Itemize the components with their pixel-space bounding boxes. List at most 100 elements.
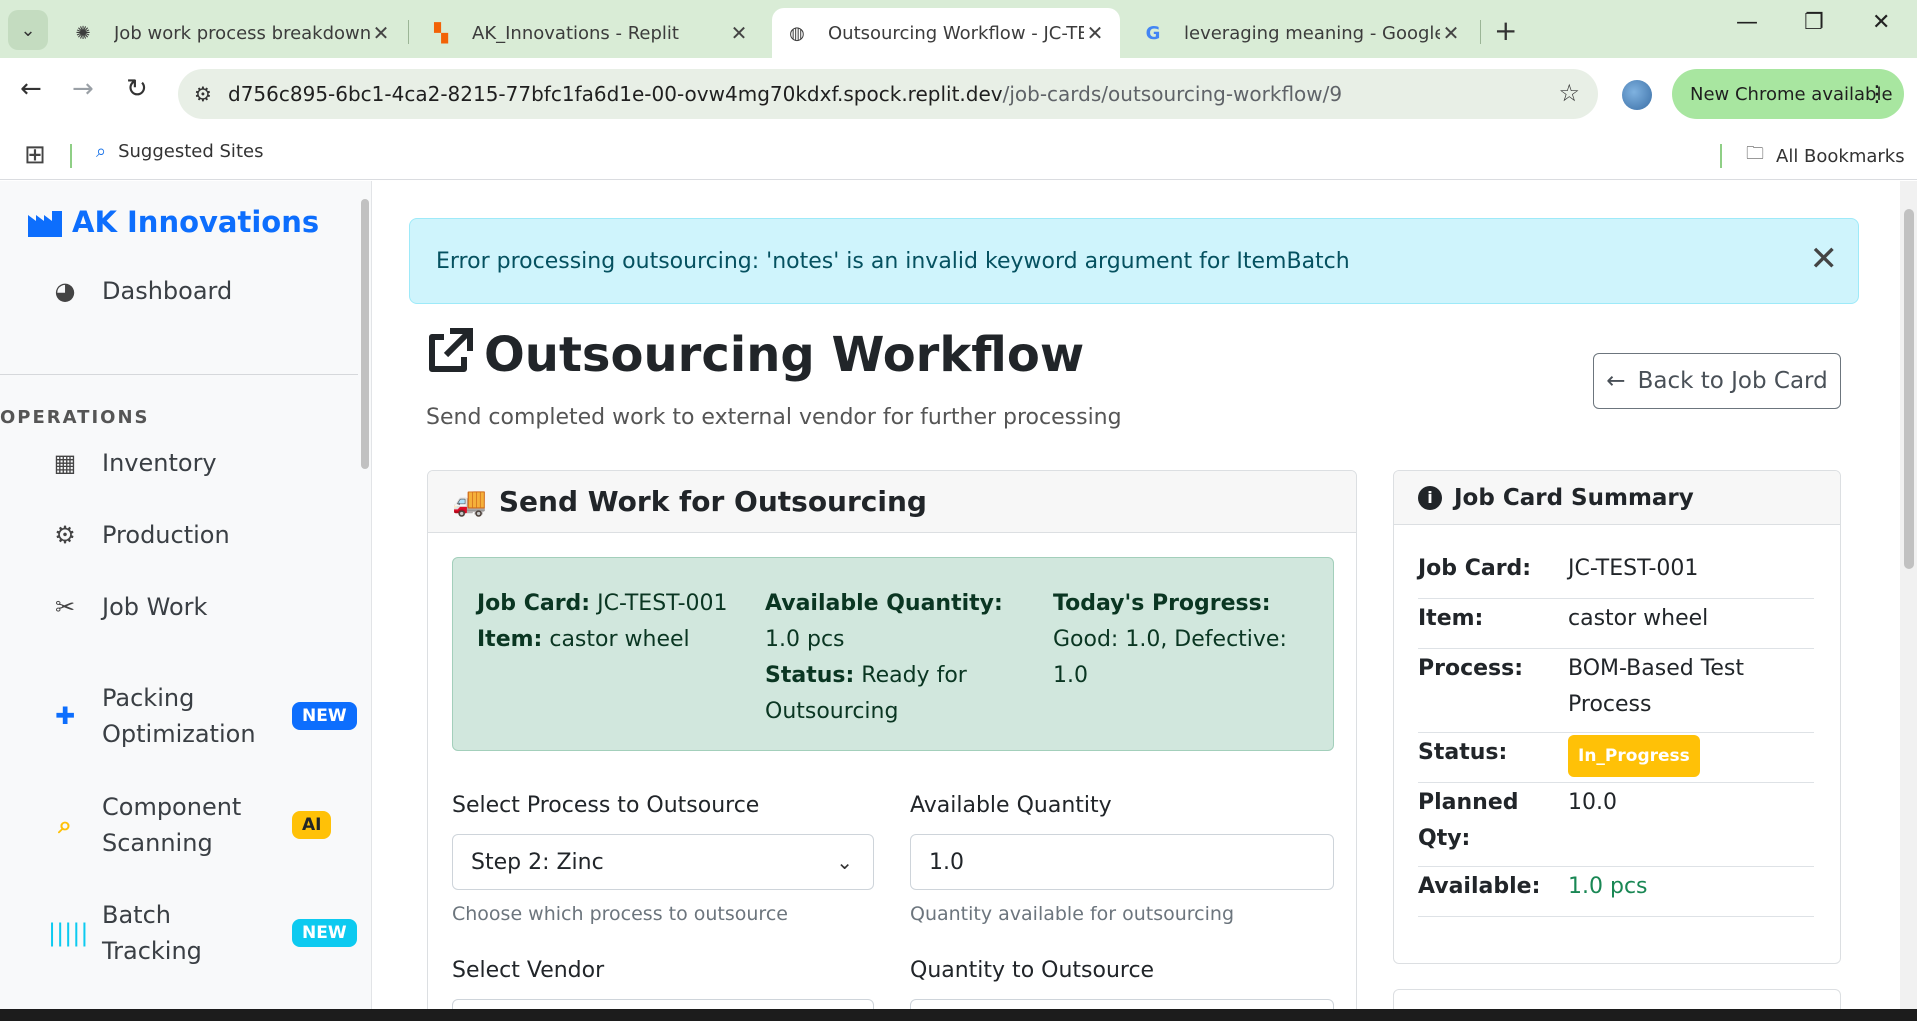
close-icon[interactable]: ✕	[728, 21, 750, 45]
more-menu-icon[interactable]: ⋮	[1866, 82, 1888, 107]
summary-available: Available Quantity: 1.0 pcs	[765, 591, 1003, 652]
card-header: 🚚 Send Work for Outsourcing	[428, 471, 1356, 533]
close-icon[interactable]: ✕	[1084, 21, 1106, 45]
summary-row-process: Process: BOM-Based Test Process	[1418, 651, 1814, 733]
process-label: Select Process to Outsource	[452, 793, 760, 818]
google-icon: G	[1145, 22, 1161, 44]
close-icon[interactable]: ✕	[1440, 21, 1462, 45]
taskbar-strip	[0, 1009, 1917, 1021]
barcode-icon: |||||	[48, 919, 89, 947]
browser-tab-3-active[interactable]: ◍ Outsourcing Workflow - JC-TES ✕	[772, 8, 1120, 58]
folder-icon: 🗀	[1746, 143, 1764, 164]
card-title: Send Work for Outsourcing	[498, 485, 927, 518]
sidebar-item-batch-tracking[interactable]: ||||| Batch Tracking NEW	[48, 897, 357, 969]
sidebar-item-label: Dashboard	[102, 277, 233, 305]
row-key: Process:	[1418, 656, 1524, 681]
back-arrow-icon[interactable]: ←	[20, 74, 42, 104]
summary-progress-label: Today's Progress:	[1053, 591, 1271, 616]
page-scrollbar[interactable]	[1900, 181, 1917, 1021]
site-settings-icon[interactable]: ⚙	[178, 82, 228, 106]
alert-close-icon[interactable]: ✕	[1810, 239, 1839, 279]
close-icon[interactable]: ✕	[370, 21, 392, 45]
apps-grid-icon[interactable]: ⊞	[24, 140, 46, 170]
truck-icon: 🚚	[452, 485, 487, 518]
browser-tab-bar: ⌄ ✺ Job work process breakdown ✕ ▚ AK_In…	[0, 0, 1917, 58]
page-heading: Outsourcing Workflow	[424, 327, 1084, 383]
url-host: d756c895-6bc1-4ca2-8215-77bfc1fa6d1e-00-…	[228, 82, 1003, 106]
tab-search-button[interactable]: ⌄	[8, 10, 48, 50]
vendor-label: Select Vendor	[452, 958, 605, 983]
process-select[interactable]: Step 2: Zinc ⌄	[452, 834, 874, 890]
sidebar-item-label: Production	[102, 521, 230, 549]
bookmarks-bar: ⊞ ⌕ Suggested Sites 🗀 All Bookmarks	[0, 130, 1917, 180]
address-bar[interactable]: ⚙ d756c895-6bc1-4ca2-8215-77bfc1fa6d1e-0…	[178, 69, 1598, 119]
sidebar-item-inventory[interactable]: ▦ Inventory	[48, 445, 262, 481]
tab-divider	[408, 20, 409, 44]
forward-arrow-icon[interactable]: →	[72, 74, 94, 104]
chevron-down-icon: ⌄	[836, 850, 853, 874]
tools-icon: ✂	[54, 593, 76, 621]
sidebar-item-label: Job Work	[102, 593, 208, 621]
summary-row-item: Item: castor wheel	[1418, 601, 1814, 649]
page-subtitle: Send completed work to external vendor f…	[426, 405, 1122, 430]
available-quantity-help: Quantity available for outsourcing	[910, 903, 1235, 925]
back-to-job-card-button[interactable]: ← Back to Job Card	[1593, 353, 1841, 409]
sidebar-scrollbar[interactable]	[361, 199, 369, 469]
search-icon: ⌕	[58, 811, 72, 839]
send-work-card: 🚚 Send Work for Outsourcing Job Card: JC…	[427, 470, 1357, 1021]
globe-icon: ◍	[789, 22, 805, 44]
button-label: Back to Job Card	[1637, 368, 1828, 394]
bookmark-divider	[70, 144, 72, 168]
sidebar-item-packing-optimization[interactable]: ✚ Packing Optimization NEW	[48, 680, 357, 752]
update-label: New Chrome available	[1690, 83, 1893, 105]
status-badge: In_Progress	[1568, 735, 1700, 777]
sidebar-item-label: Packing Optimization	[102, 684, 256, 748]
puzzle-icon: ✚	[54, 702, 76, 730]
sidebar-item-job-work[interactable]: ✂ Job Work	[48, 589, 262, 625]
tab-divider	[1480, 20, 1481, 44]
tab-title: Job work process breakdown	[114, 22, 370, 44]
available-quantity-field[interactable]: 1.0	[910, 834, 1334, 890]
browser-tab-2[interactable]: ▚ AK_Innovations - Replit ✕	[416, 8, 764, 58]
all-bookmarks-button[interactable]: 🗀 All Bookmarks	[1746, 141, 1905, 171]
sidebar-item-label: Batch Tracking	[102, 901, 202, 965]
new-tab-plus-icon[interactable]: +	[1494, 14, 1517, 47]
page-title: Outsourcing Workflow	[484, 327, 1085, 383]
url-path: /job-cards/outsourcing-workflow/9	[1002, 82, 1343, 106]
sidebar-item-dashboard[interactable]: ◕ Dashboard	[48, 273, 262, 309]
sidebar-item-production[interactable]: ⚙ Production	[48, 517, 262, 553]
card-title: Job Card Summary	[1454, 484, 1694, 511]
scrollbar-thumb[interactable]	[1904, 209, 1914, 569]
window-close-icon[interactable]: ✕	[1872, 10, 1890, 35]
summary-col-availability: Available Quantity: 1.0 pcs Status: Read…	[765, 586, 1025, 730]
summary-row-available: Available: 1.0 pcs	[1418, 869, 1814, 917]
quantity-to-outsource-label: Quantity to Outsource	[910, 958, 1155, 983]
row-value: JC-TEST-001	[1568, 556, 1699, 581]
browser-tab-4[interactable]: G leveraging meaning - Google Se ✕	[1128, 8, 1476, 58]
brand-link[interactable]: AK Innovations	[28, 205, 319, 239]
profile-avatar[interactable]	[1622, 80, 1652, 110]
job-card-summary-card: i Job Card Summary Job Card: JC-TEST-001…	[1393, 470, 1841, 964]
sidebar-item-component-scanning[interactable]: ⌕ Component Scanning AI	[48, 789, 332, 861]
bookmark-star-icon[interactable]: ☆	[1558, 79, 1580, 107]
restore-icon[interactable]: ❐	[1804, 10, 1824, 35]
new-badge: NEW	[292, 702, 357, 730]
tab-title: AK_Innovations - Replit	[472, 22, 679, 44]
row-key: Available:	[1418, 874, 1541, 899]
replit-icon: ▚	[434, 22, 448, 44]
minimize-icon[interactable]: —	[1736, 10, 1758, 35]
available-quantity-label: Available Quantity	[910, 793, 1112, 818]
industry-icon	[28, 209, 62, 237]
sidebar-divider	[0, 374, 358, 375]
summary-job-card: Job Card: JC-TEST-001	[477, 591, 728, 616]
row-value: castor wheel	[1568, 606, 1709, 631]
bookmark-suggested-sites[interactable]: ⌕ Suggested Sites	[96, 141, 263, 162]
summary-col-job: Job Card: JC-TEST-001 Item: castor wheel	[477, 586, 737, 658]
reload-icon[interactable]: ↻	[126, 74, 148, 104]
info-icon: i	[1418, 485, 1442, 510]
row-key: Planned Qty:	[1418, 790, 1519, 851]
main-content: Error processing outsourcing: 'notes' is…	[372, 181, 1900, 1021]
browser-tab-1[interactable]: ✺ Job work process breakdown ✕	[58, 8, 406, 58]
chrome-update-button[interactable]: New Chrome available ⋮	[1672, 69, 1904, 119]
summary-row-job-card: Job Card: JC-TEST-001	[1418, 551, 1814, 599]
